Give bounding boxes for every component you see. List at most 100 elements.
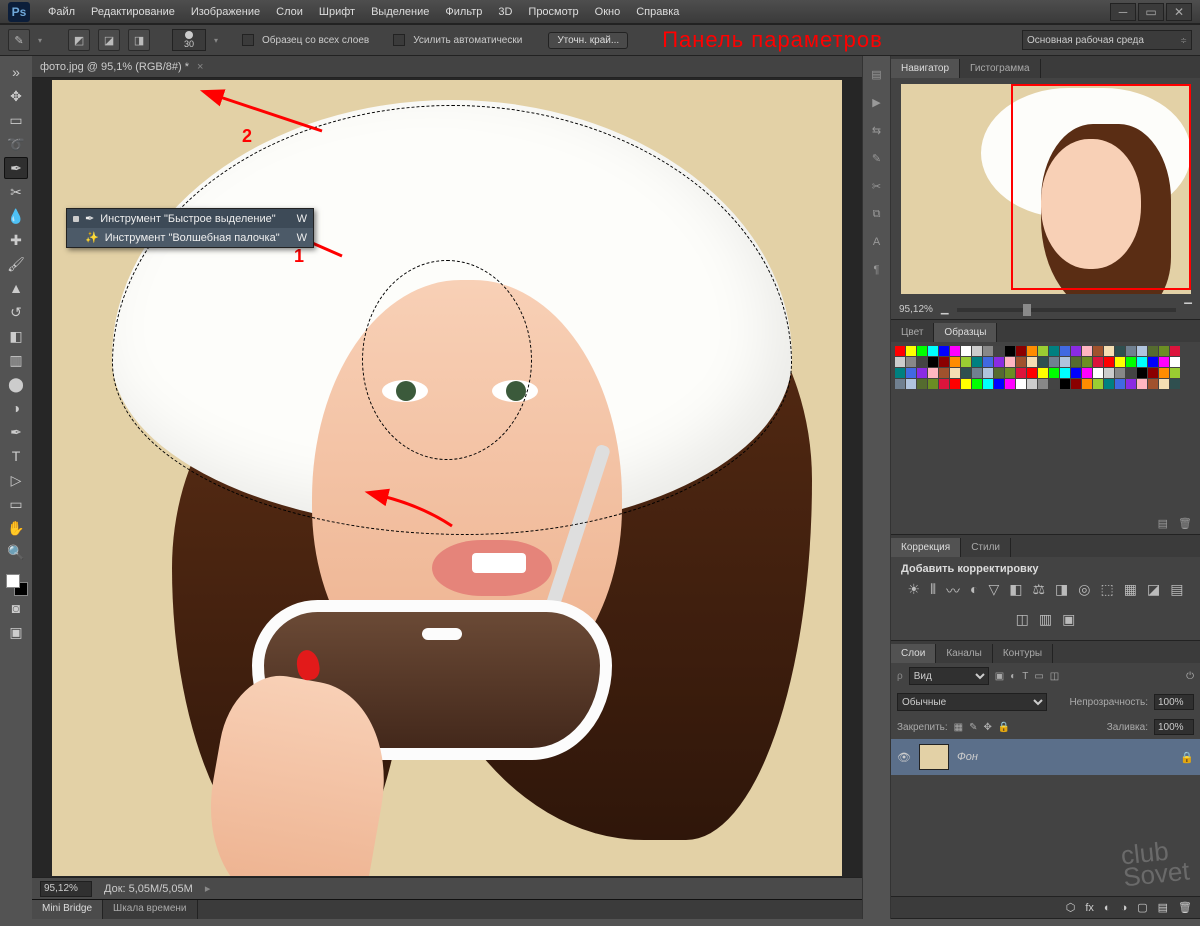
crop-tool-icon[interactable]: ✂ (4, 181, 28, 203)
navigator-thumbnail[interactable] (901, 84, 1191, 294)
levels-icon[interactable]: ⫴ (930, 581, 936, 601)
zoom-tool-icon[interactable]: 🔍 (4, 541, 28, 563)
properties-panel-icon[interactable]: ⇆ (867, 120, 887, 140)
menu-3d[interactable]: 3D (490, 2, 520, 22)
shape-tool-icon[interactable]: ▭ (4, 493, 28, 515)
brush-tool-icon[interactable]: 🖌 (4, 253, 28, 275)
layer-row-background[interactable]: 👁 Фон 🔒 (891, 739, 1200, 775)
mini-bridge-tab[interactable]: Mini Bridge (32, 900, 103, 919)
menu-type[interactable]: Шрифт (311, 2, 363, 22)
clone-source-panel-icon[interactable]: ⧉ (867, 204, 887, 224)
menu-edit[interactable]: Редактирование (83, 2, 183, 22)
type-tool-icon[interactable]: T (4, 445, 28, 467)
document-tab-close-icon[interactable]: × (197, 61, 203, 73)
delete-swatch-icon[interactable]: 🗑 (1178, 517, 1192, 530)
minimize-button[interactable]: ─ (1110, 3, 1136, 21)
flyout-quick-selection[interactable]: ✒ Инструмент "Быстрое выделение" W (67, 209, 313, 228)
eraser-tool-icon[interactable]: ◧ (4, 325, 28, 347)
layer-thumbnail[interactable] (919, 744, 949, 770)
histogram-tab[interactable]: Гистограмма (960, 59, 1041, 78)
menu-image[interactable]: Изображение (183, 2, 268, 22)
layers-tab[interactable]: Слои (891, 644, 936, 663)
swatches-grid[interactable] (891, 342, 1200, 393)
layer-filter-select[interactable]: Вид (909, 667, 989, 685)
clone-stamp-tool-icon[interactable]: ▲ (4, 277, 28, 299)
tool-preset-icon[interactable]: ✎ (8, 29, 30, 51)
healing-brush-tool-icon[interactable]: ✚ (4, 229, 28, 251)
lock-all-icon[interactable]: 🔒 (998, 722, 1010, 733)
layer-style-icon[interactable]: fx (1085, 902, 1094, 914)
dodge-tool-icon[interactable]: ◑ (4, 397, 28, 419)
character-panel-icon[interactable]: A (867, 232, 887, 252)
filter-type-icon[interactable]: T (1022, 671, 1028, 682)
delete-layer-icon[interactable]: 🗑 (1178, 901, 1192, 914)
gradient-tool-icon[interactable]: ▥ (4, 349, 28, 371)
lock-position-icon[interactable]: ✥ (984, 722, 992, 733)
menu-window[interactable]: Окно (587, 2, 629, 22)
filter-shape-icon[interactable]: ▭ (1034, 671, 1043, 682)
refine-edge-button[interactable]: Уточн. край... (548, 32, 628, 49)
menu-layer[interactable]: Слои (268, 2, 311, 22)
filter-pixel-icon[interactable]: ▣ (995, 671, 1004, 682)
styles-tab[interactable]: Стили (961, 538, 1011, 557)
selective-color-icon[interactable]: ▣ (1062, 611, 1075, 628)
adjustments-tab[interactable]: Коррекция (891, 538, 961, 557)
menu-file[interactable]: Файл (40, 2, 83, 22)
brush-panel-icon[interactable]: ✂ (867, 176, 887, 196)
add-selection-icon[interactable]: ◪ (98, 29, 120, 51)
brush-presets-panel-icon[interactable]: ✎ (867, 148, 887, 168)
curves-icon[interactable]: 〰 (946, 581, 960, 601)
pen-tool-icon[interactable]: ✒ (4, 421, 28, 443)
new-selection-icon[interactable]: ◩ (68, 29, 90, 51)
document-canvas[interactable] (52, 80, 842, 876)
filter-smart-icon[interactable]: ◫ (1050, 671, 1059, 682)
photo-filter-icon[interactable]: ◎ (1078, 581, 1090, 601)
new-fill-layer-icon[interactable]: ◑ (1121, 902, 1128, 914)
history-brush-tool-icon[interactable]: ↺ (4, 301, 28, 323)
menu-view[interactable]: Просмотр (520, 2, 586, 22)
brush-picker[interactable]: 30 (172, 29, 206, 51)
close-button[interactable]: ✕ (1166, 3, 1192, 21)
brightness-icon[interactable]: ☀ (908, 581, 921, 601)
color-tab[interactable]: Цвет (891, 323, 934, 342)
channels-tab[interactable]: Каналы (936, 644, 993, 663)
path-select-tool-icon[interactable]: ▷ (4, 469, 28, 491)
hand-tool-icon[interactable]: ✋ (4, 517, 28, 539)
link-layers-icon[interactable]: ⬡ (1066, 901, 1076, 914)
exposure-icon[interactable]: ◐ (970, 581, 978, 601)
nav-zoom-slider[interactable] (957, 308, 1177, 312)
new-layer-icon[interactable]: ▤ (1158, 901, 1168, 914)
posterize-icon[interactable]: ▤ (1170, 581, 1183, 601)
layer-mask-icon[interactable]: ◐ (1104, 902, 1111, 914)
quick-selection-tool-icon[interactable]: ✒ (4, 157, 28, 179)
invert-icon[interactable]: ◪ (1147, 581, 1160, 601)
new-group-icon[interactable]: ▢ (1137, 901, 1147, 914)
lock-transparency-icon[interactable]: ▦ (954, 722, 963, 733)
paths-tab[interactable]: Контуры (993, 644, 1053, 663)
paragraph-panel-icon[interactable]: ¶ (867, 260, 887, 280)
gradient-map-icon[interactable]: ▥ (1039, 611, 1052, 628)
color-lookup-icon[interactable]: ▦ (1124, 581, 1137, 601)
visibility-icon[interactable]: 👁 (897, 751, 911, 764)
opacity-input[interactable] (1154, 694, 1194, 710)
history-panel-icon[interactable]: ▤ (867, 64, 887, 84)
eyedropper-tool-icon[interactable]: 💧 (4, 205, 28, 227)
flyout-magic-wand[interactable]: ✨ Инструмент "Волшебная палочка" W (67, 228, 313, 247)
document-tab[interactable]: фото.jpg @ 95,1% (RGB/8#) * × (32, 56, 862, 78)
menu-filter[interactable]: Фильтр (437, 2, 490, 22)
maximize-button[interactable]: ▭ (1138, 3, 1164, 21)
nav-zoom-out-icon[interactable]: ▁ (941, 304, 949, 315)
vibrance-icon[interactable]: ▽ (988, 581, 999, 601)
timeline-tab[interactable]: Шкала времени (103, 900, 197, 919)
screen-mode-icon[interactable]: ▣ (4, 621, 28, 643)
lock-pixels-icon[interactable]: ✎ (969, 722, 977, 733)
navigator-view-box[interactable] (1011, 84, 1191, 290)
nav-zoom-in-icon[interactable]: ▔ (1184, 304, 1192, 315)
subtract-selection-icon[interactable]: ◨ (128, 29, 150, 51)
channel-mixer-icon[interactable]: ⬚ (1101, 581, 1114, 601)
bw-icon[interactable]: ◨ (1055, 581, 1068, 601)
swatches-tab[interactable]: Образцы (934, 323, 997, 342)
quick-mask-icon[interactable]: ◙ (4, 597, 28, 619)
move-tool-icon[interactable]: ✥ (4, 85, 28, 107)
blur-tool-icon[interactable]: ⬤ (4, 373, 28, 395)
